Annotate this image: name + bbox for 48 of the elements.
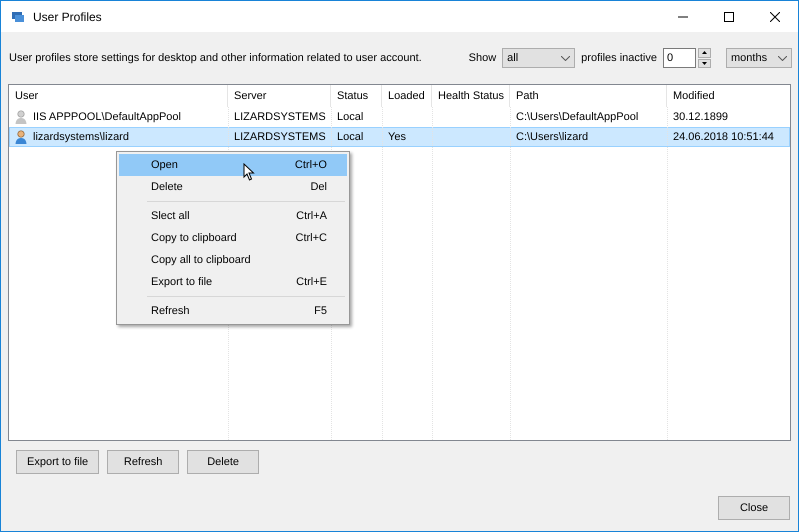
table-cell: 24.06.2018 10:51:44	[673, 131, 774, 143]
action-button[interactable]: Export to file	[16, 450, 100, 474]
user-icon	[15, 130, 27, 144]
table-cell: LIZARDSYSTEMS	[234, 111, 326, 123]
window-title: User Profiles	[33, 10, 103, 24]
table-cell: Yes	[388, 131, 406, 143]
action-button[interactable]: Refresh	[107, 450, 180, 474]
menu-item[interactable]: Export to file Ctrl+E	[119, 271, 347, 293]
show-dropdown[interactable]: all	[502, 48, 576, 68]
menu-item[interactable]: Refresh F5	[119, 300, 347, 322]
table-cell: 30.12.1899	[673, 111, 728, 123]
chevron-down-icon	[561, 56, 570, 60]
table-cell: LIZARDSYSTEMS	[234, 131, 326, 143]
close-button[interactable]: Close	[718, 496, 790, 520]
mouse-pointer-icon	[243, 163, 255, 181]
table-cell: Local	[337, 131, 364, 143]
menu-item[interactable]: Copy all to clipboard	[119, 249, 347, 271]
table-cell: C:\Users\DefaultAppPool	[516, 111, 638, 123]
column-header[interactable]: User	[9, 85, 228, 107]
menu-item[interactable]: Open Ctrl+O	[119, 154, 347, 176]
show-label: Show	[468, 52, 496, 64]
user-icon	[15, 110, 27, 124]
table-cell: Local	[337, 111, 364, 123]
up-arrow-icon	[702, 51, 707, 54]
column-header[interactable]: Server	[228, 85, 331, 107]
menu-item[interactable]: Delete Del	[119, 176, 347, 198]
spin-up-button[interactable]	[698, 48, 711, 58]
table-cell: C:\Users\lizard	[516, 131, 588, 143]
column-header[interactable]: Loaded	[382, 85, 432, 107]
down-arrow-icon	[702, 62, 707, 65]
table-cell: IIS APPPOOL\DefaultAppPool	[33, 111, 181, 123]
menu-item[interactable]: Copy to clipboard Ctrl+C	[119, 227, 347, 249]
profile-row[interactable]: IIS APPPOOL\DefaultAppPool LIZARDSYSTEMS Local C:\Users\DefaultAppPool 30.12.1899	[9, 107, 790, 127]
column-header[interactable]: Status	[331, 85, 382, 107]
table-cell: lizardsystems\lizard	[33, 131, 129, 143]
spin-down-button[interactable]	[698, 58, 711, 68]
app-icon	[11, 10, 25, 24]
unit-dropdown[interactable]: months	[726, 48, 792, 68]
chevron-down-icon	[778, 56, 787, 60]
action-button[interactable]: Delete	[187, 450, 260, 474]
inactive-label: profiles inactive	[581, 52, 657, 64]
description-text: User profiles store settings for desktop and other information related to user account.	[9, 52, 423, 64]
column-header[interactable]: Path	[510, 85, 667, 107]
column-header[interactable]: Health Status	[432, 85, 510, 107]
profile-row[interactable]: lizardsystems\lizard LIZARDSYSTEMS Local Yes C:\Users\lizard 24.06.2018 10:51:44	[9, 127, 790, 147]
menu-item[interactable]: Slect all Ctrl+A	[119, 205, 347, 227]
maximize-icon	[724, 12, 734, 22]
column-header[interactable]: Modified	[667, 85, 790, 107]
